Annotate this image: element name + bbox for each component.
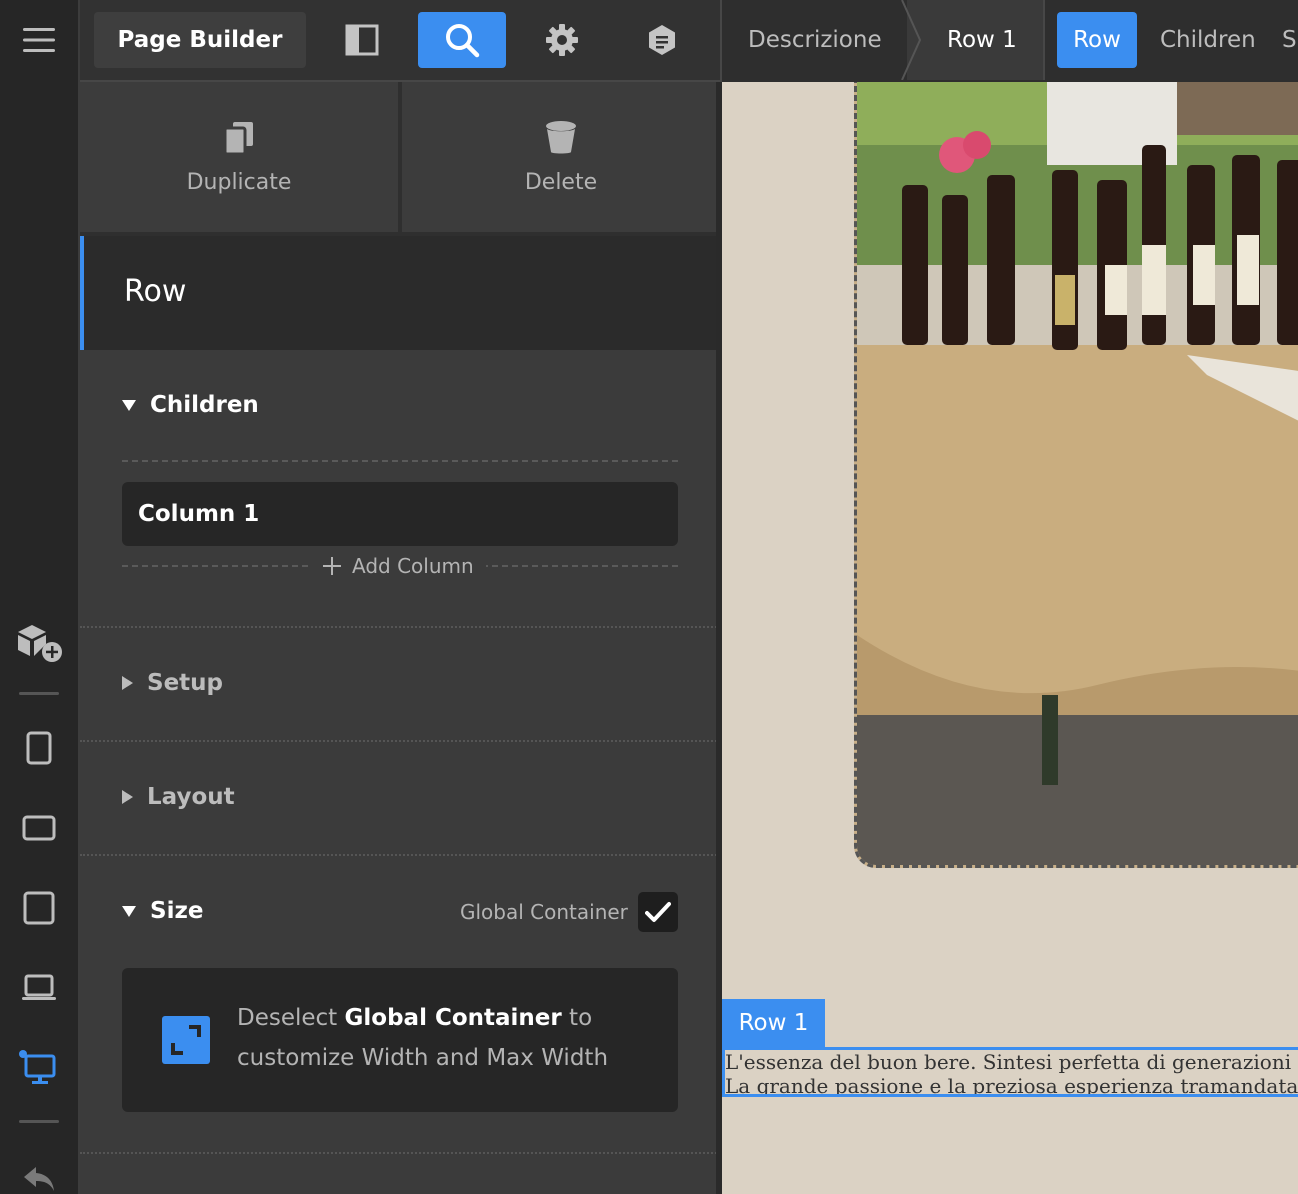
delete-label: Delete [524, 169, 598, 195]
section-divider [80, 1152, 716, 1154]
size-note: Deselect Global Container to customize W… [122, 968, 678, 1112]
page-canvas[interactable]: Row 1 L'essenza del buon bere. Sintesi p… [722, 82, 1298, 1194]
breadcrumb-divider [1043, 0, 1045, 80]
tab-truncated[interactable]: S [1282, 0, 1297, 80]
breadcrumb: Descrizione Row 1 Row Children S [720, 0, 1298, 82]
top-toolbar: Page Builder [80, 0, 720, 82]
duplicate-icon [223, 121, 253, 155]
triangle-right-icon [122, 676, 133, 690]
triangle-down-icon [122, 399, 136, 411]
mobile-landscape-icon[interactable] [0, 800, 78, 856]
section-divider [80, 854, 716, 856]
laptop-icon[interactable] [0, 960, 78, 1016]
search-icon[interactable] [418, 12, 506, 68]
row-text-line: L'essenza del buon bere. Sintesi perfett… [725, 1050, 1298, 1074]
tablet-icon[interactable] [0, 880, 78, 936]
wine-table-photo[interactable] [854, 82, 1298, 868]
note-prefix: Deselect [237, 1005, 345, 1031]
add-column-label: Add Column [352, 554, 474, 578]
checkmark-icon [645, 902, 671, 922]
duplicate-label: Duplicate [186, 169, 292, 195]
section-divider [80, 626, 716, 628]
duplicate-button[interactable]: Duplicate [80, 82, 398, 232]
children-section-toggle[interactable]: Children [122, 392, 259, 418]
children-title: Children [150, 392, 259, 418]
plus-icon [323, 557, 341, 575]
mobile-portrait-icon[interactable] [0, 720, 78, 776]
column-label: Column 1 [138, 501, 260, 527]
setup-section-toggle[interactable]: Setup [122, 670, 223, 696]
tab-row[interactable]: Row [1057, 12, 1137, 68]
layout-title: Layout [147, 784, 235, 810]
undo-icon[interactable] [0, 1150, 78, 1194]
add-block-icon[interactable] [0, 614, 78, 670]
global-container-label: Global Container [460, 900, 628, 924]
page-builder-button[interactable]: Page Builder [94, 12, 306, 68]
menu-icon[interactable] [0, 12, 78, 68]
left-rail [0, 0, 80, 1194]
layout-section-toggle[interactable]: Layout [122, 784, 235, 810]
triangle-right-icon [122, 790, 133, 804]
rail-divider [19, 692, 59, 695]
size-title: Size [150, 898, 204, 924]
rail-divider [19, 1120, 59, 1123]
tab-children[interactable]: Children [1160, 0, 1256, 80]
inspector-panel: Duplicate Delete Row Children Column 1 A… [80, 82, 720, 1194]
notes-icon[interactable] [618, 12, 706, 68]
section-divider [80, 740, 716, 742]
selected-row[interactable]: L'essenza del buon bere. Sintesi perfett… [722, 1047, 1298, 1097]
layout-panel-icon[interactable] [318, 12, 406, 68]
list-item[interactable]: Column 1 [122, 482, 678, 546]
delete-button[interactable]: Delete [402, 82, 716, 232]
resize-icon [162, 1016, 210, 1064]
size-note-text: Deselect Global Container to customize W… [237, 998, 657, 1078]
row-selection-tag[interactable]: Row 1 [722, 999, 825, 1047]
element-header: Row [80, 236, 716, 350]
breadcrumb-item-descrizione[interactable]: Descrizione [748, 0, 882, 80]
row-text-line: La grande passione e la preziosa esperie… [725, 1074, 1298, 1097]
size-section-toggle[interactable]: Size [122, 898, 203, 924]
add-column-button[interactable]: Add Column [310, 552, 486, 580]
gear-icon[interactable] [518, 12, 606, 68]
trash-icon [546, 120, 576, 153]
breadcrumb-separator [901, 0, 922, 80]
triangle-down-icon [122, 905, 136, 917]
global-container-checkbox[interactable] [638, 892, 678, 932]
desktop-icon[interactable] [0, 1040, 78, 1096]
setup-title: Setup [147, 670, 223, 696]
wine-photo-illustration [857, 82, 1298, 865]
page-title: Row [124, 274, 187, 309]
dashed-divider [122, 460, 678, 462]
breadcrumb-item-row-1[interactable]: Row 1 [947, 0, 1017, 80]
note-bold: Global Container [344, 1005, 562, 1031]
